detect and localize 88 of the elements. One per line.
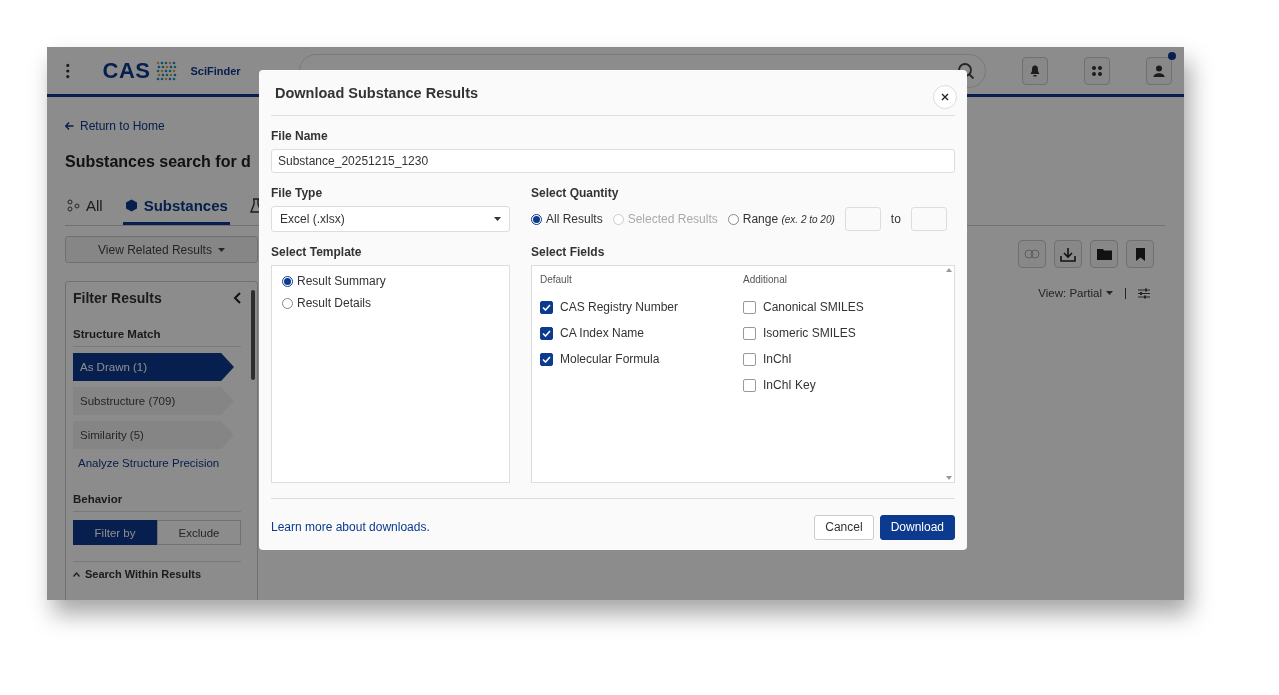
checkbox[interactable]: [540, 326, 553, 340]
group-heading: Default: [540, 274, 573, 285]
group-heading: Additional: [743, 274, 788, 285]
checkbox[interactable]: [540, 352, 553, 366]
radio-button[interactable]: [531, 213, 542, 225]
search-icon[interactable]: [956, 61, 975, 80]
file-name-field[interactable]: Substance_20251215_1230: [271, 149, 955, 173]
range-to-text: to: [890, 212, 901, 226]
checkbox[interactable]: [743, 352, 756, 366]
folder-icon: [1096, 248, 1112, 260]
structure-match-option[interactable]: Similarity (5): [73, 421, 234, 449]
checkbox-label[interactable]: CAS Registry Number: [560, 300, 679, 314]
section-heading: Behavior: [73, 493, 241, 512]
scroll-down-icon[interactable]: [946, 476, 952, 480]
notifications-button[interactable]: [1021, 56, 1048, 85]
field-label: File Type: [271, 186, 324, 200]
caret-icon: [494, 217, 501, 221]
field-label: File Name: [271, 129, 329, 143]
download-button[interactable]: Download: [879, 514, 955, 540]
checkbox-label[interactable]: CA Index Name: [560, 326, 645, 340]
radio-label[interactable]: Range (ex. 2 to 20): [742, 212, 835, 226]
section-heading: Structure Match: [73, 328, 241, 347]
apps-button[interactable]: [1083, 56, 1110, 85]
checkbox[interactable]: [743, 326, 756, 340]
notification-dot: [1168, 51, 1176, 60]
grid-icon: [1090, 64, 1103, 77]
back-arrow-icon: [65, 122, 74, 130]
radio-label[interactable]: Result Summary: [297, 274, 386, 288]
download-icon: [1060, 246, 1076, 262]
hexagon-icon: [124, 199, 138, 212]
radio-label[interactable]: All Results: [546, 212, 603, 226]
overlap-circles-icon: [1024, 249, 1040, 259]
collapse-chevron-icon[interactable]: [233, 292, 241, 304]
analyze-precision-link[interactable]: Analyze Structure Precision: [73, 457, 220, 469]
checkbox[interactable]: [743, 300, 756, 314]
checkmark-icon: [542, 303, 551, 311]
field-label: Select Template: [271, 245, 363, 259]
radio-button[interactable]: [282, 297, 293, 309]
checkmark-icon: [542, 329, 551, 337]
structure-match-option[interactable]: As Drawn (1): [73, 353, 234, 381]
bookmark-icon: [1135, 247, 1145, 261]
checkmark-icon: [542, 355, 551, 363]
tab[interactable]: Substances: [122, 193, 230, 225]
caret-icon: [1106, 291, 1113, 295]
nodes-icon: [67, 199, 80, 212]
checkbox-label[interactable]: Molecular Formula: [560, 352, 660, 366]
checkbox[interactable]: [743, 378, 756, 392]
product-name: SciFinder: [190, 64, 241, 77]
field-label: Select Fields: [531, 245, 606, 259]
radio-label[interactable]: Result Details: [297, 296, 372, 310]
cancel-button[interactable]: Cancel: [814, 514, 874, 540]
range-start-field[interactable]: [844, 207, 881, 231]
view-dropdown[interactable]: View: Partial: [1038, 287, 1102, 299]
structure-match-option[interactable]: Substructure (709): [73, 387, 234, 415]
return-home-link[interactable]: Return to Home: [80, 119, 165, 133]
view-related-results-dropdown[interactable]: View Related Results: [65, 236, 258, 263]
flask-icon[interactable]: [249, 198, 262, 213]
checkbox-label[interactable]: Isomeric SMILES: [763, 326, 856, 340]
file-type-dropdown[interactable]: Excel (.xlsx): [271, 206, 510, 232]
page-title: Substances search for d: [65, 153, 252, 171]
field-label: Select Quantity: [531, 186, 620, 200]
logo-mark-icon: [154, 59, 177, 82]
menu-icon[interactable]: [65, 62, 71, 79]
checkbox-label[interactable]: InChI: [763, 352, 792, 366]
close-icon: [941, 92, 949, 101]
section-heading[interactable]: Search Within Results: [85, 568, 202, 580]
downloads-help-link[interactable]: Learn more about downloads.: [271, 520, 430, 534]
behavior-toggle[interactable]: Filter by: [73, 520, 157, 545]
user-icon: [1152, 64, 1165, 77]
scroll-up-icon[interactable]: [946, 268, 952, 272]
download-button[interactable]: [1054, 240, 1082, 268]
checkbox-label[interactable]: Canonical SMILES: [763, 300, 864, 314]
sliders-icon[interactable]: [1138, 287, 1150, 299]
radio-button[interactable]: [282, 275, 293, 287]
bookmark-button[interactable]: [1126, 240, 1154, 268]
dialog-title: Download Substance Results: [275, 84, 479, 101]
tab[interactable]: All: [65, 193, 105, 225]
logo-text: CAS: [102, 57, 151, 84]
folder-button[interactable]: [1090, 240, 1118, 268]
radio-button[interactable]: [727, 213, 739, 225]
checkbox[interactable]: [540, 300, 553, 314]
filter-title: Filter Results: [73, 290, 162, 306]
caret-icon: [217, 247, 225, 252]
behavior-toggle[interactable]: Exclude: [157, 520, 241, 545]
bell-icon: [1029, 64, 1040, 77]
checkbox-label[interactable]: InChI Key: [763, 378, 816, 392]
range-end-field[interactable]: [910, 207, 947, 231]
chevron-up-icon[interactable]: [73, 571, 80, 577]
